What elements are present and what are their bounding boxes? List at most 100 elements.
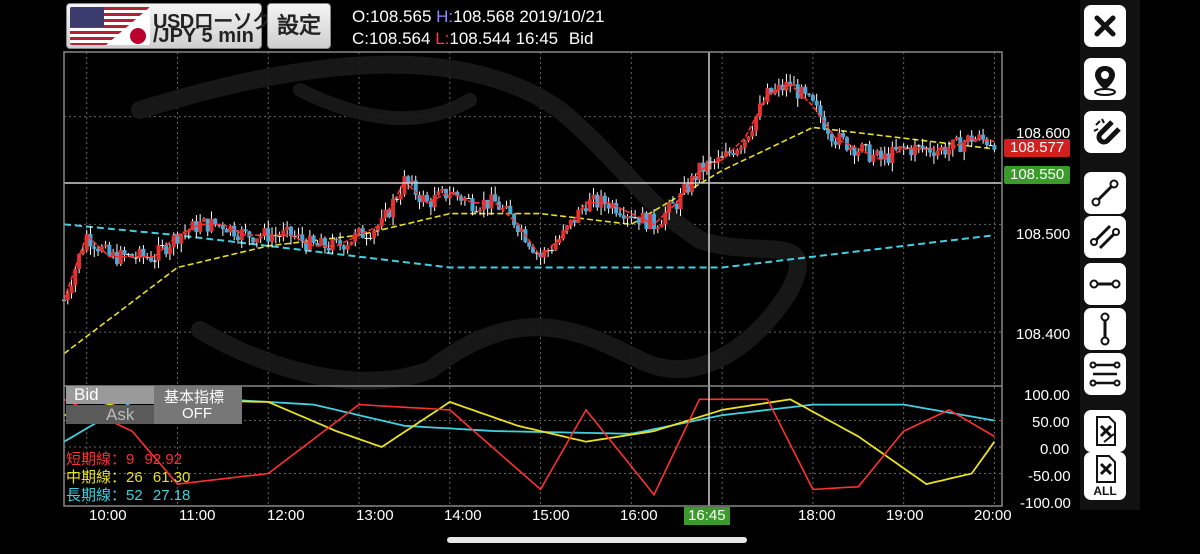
delete-drawing-icon — [1096, 416, 1116, 446]
candle-body — [848, 147, 853, 151]
close-icon — [1094, 15, 1116, 37]
candle-body — [587, 199, 592, 212]
candle-body — [754, 116, 759, 131]
candle-body — [599, 195, 604, 208]
candle-body — [731, 153, 736, 156]
vertical-line-button[interactable] — [1084, 308, 1126, 350]
candle-body — [913, 145, 918, 156]
candle-body — [648, 213, 653, 230]
candle-body — [258, 236, 263, 239]
candle-body — [349, 241, 354, 245]
current-bid-price-tag: 108.577 — [1004, 139, 1071, 157]
candle-body — [254, 238, 259, 243]
bid-option[interactable]: Bid — [66, 386, 154, 404]
crosshair-price-tag: 108.550 — [1004, 166, 1071, 184]
time-tick: 10:00 — [89, 507, 127, 524]
candle-body — [826, 129, 831, 134]
candle-body — [122, 250, 127, 255]
drawing-toolbar: ALL — [1080, 0, 1140, 510]
candle-body — [655, 227, 660, 230]
trend-line-icon — [1091, 179, 1119, 207]
candle-body — [901, 146, 906, 148]
candle-body — [954, 137, 959, 140]
candle-body — [735, 149, 740, 156]
candle-body — [659, 224, 664, 228]
candle-body — [935, 150, 940, 156]
candle-body — [311, 235, 316, 243]
candle-body — [126, 254, 131, 256]
candle-body — [742, 140, 747, 148]
channel-line-button[interactable] — [1084, 216, 1126, 258]
candle-body — [141, 248, 146, 257]
time-tick: 12:00 — [267, 507, 305, 524]
candle-body — [931, 152, 936, 156]
candle-body — [803, 86, 808, 94]
fibonacci-button[interactable] — [1084, 353, 1126, 395]
horizontal-line-button[interactable] — [1084, 263, 1126, 305]
candle-body — [515, 225, 520, 233]
candle-body — [493, 194, 498, 202]
close-button[interactable] — [1084, 5, 1126, 47]
trend-line-button[interactable] — [1084, 172, 1126, 214]
ask-option[interactable]: Ask — [66, 405, 154, 424]
candle-body — [107, 244, 112, 256]
delete-drawing-button[interactable] — [1084, 410, 1126, 452]
candle-body — [357, 228, 362, 233]
delete-all-button[interactable]: ALL — [1084, 452, 1126, 500]
candle-body — [992, 145, 997, 150]
candle-body — [750, 130, 755, 137]
candle-body — [746, 136, 751, 141]
candle-body — [621, 215, 626, 219]
candle-body — [111, 252, 116, 256]
time-tick: 19:00 — [886, 507, 924, 524]
candle-body — [629, 216, 634, 219]
candle-body — [591, 194, 596, 200]
home-indicator[interactable] — [447, 537, 747, 543]
candle-body — [164, 245, 169, 255]
magnet-icon — [1093, 118, 1121, 145]
long-line-legend: 長期線：52 27.18 — [66, 484, 190, 505]
candle-body — [391, 198, 396, 218]
candle-body — [807, 93, 812, 96]
location-button[interactable] — [1084, 58, 1126, 100]
candle-body — [606, 204, 611, 209]
candle-body — [372, 230, 377, 238]
candle-body — [319, 238, 324, 246]
osc-tick-50: 50.00 — [1032, 414, 1070, 431]
osc-tick-minus100: -100.00 — [1020, 495, 1071, 512]
candle-body — [133, 257, 138, 259]
candle-body — [425, 195, 430, 201]
crosshair-time-tag: 16:45 — [684, 507, 730, 525]
candle-body — [436, 191, 441, 195]
candle-body — [224, 229, 229, 233]
time-tick: 13:00 — [356, 507, 394, 524]
candle-body — [549, 250, 554, 252]
candle-body — [553, 243, 558, 251]
candle-body — [947, 149, 952, 155]
candle-body — [243, 229, 248, 232]
candle-body — [88, 234, 93, 247]
candle-body — [739, 147, 744, 150]
candle-body — [307, 235, 312, 251]
candle-body — [875, 150, 880, 155]
candle-body — [633, 217, 638, 219]
candle-body — [863, 144, 868, 146]
magnet-button[interactable] — [1084, 111, 1126, 153]
candle-body — [432, 194, 437, 208]
candle-body — [799, 86, 804, 99]
indicator-toggle[interactable]: 基本指標 OFF — [154, 386, 242, 424]
candle-body — [625, 216, 630, 219]
candle-body — [92, 246, 97, 249]
channel-line-icon — [1090, 224, 1120, 250]
candle-body — [833, 141, 838, 145]
osc-tick-100: 100.00 — [1024, 387, 1070, 404]
candle-body — [776, 84, 781, 90]
candle-body — [315, 242, 320, 246]
candle-body — [148, 257, 153, 262]
candle-body — [198, 221, 203, 233]
candle-body — [440, 188, 445, 192]
candle-body — [296, 234, 301, 237]
price-tick-108400: 108.400 — [1016, 326, 1071, 343]
candle-body — [114, 252, 119, 264]
bid-ask-toggle[interactable]: Bid Ask 基本指標 OFF — [66, 386, 242, 424]
